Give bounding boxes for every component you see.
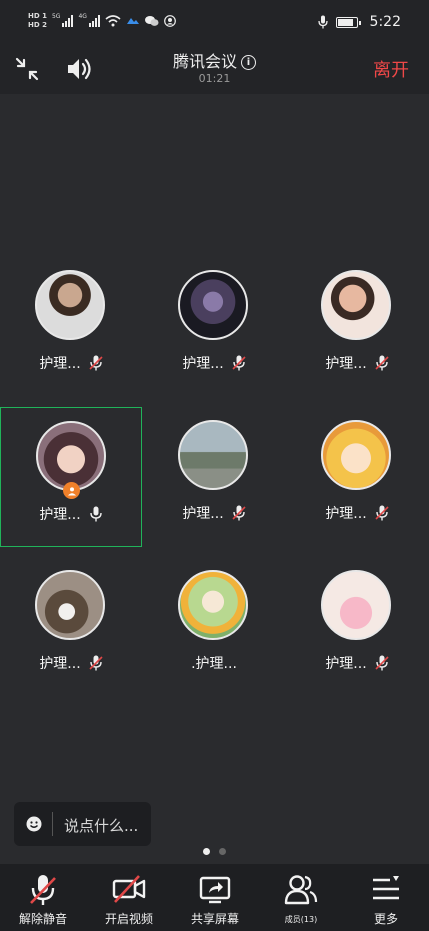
page-dot[interactable] — [219, 848, 226, 855]
emoji-icon[interactable] — [26, 816, 42, 832]
participant-label: 护理... — [0, 353, 142, 373]
participant-tile[interactable]: 护理... — [143, 257, 285, 397]
unmute-label: 解除静音 — [18, 912, 67, 926]
mic-muted-icon — [375, 655, 389, 671]
page-dot-active[interactable] — [203, 848, 210, 855]
mic-muted-icon — [30, 875, 56, 905]
avatar — [35, 270, 105, 340]
signal-icon — [62, 15, 74, 27]
meeting-duration: 01:21 — [198, 72, 231, 85]
participant-tile[interactable]: 护理... — [0, 257, 142, 397]
host-badge-icon — [63, 482, 80, 499]
start-video-label: 开启视频 — [104, 912, 153, 926]
participant-tile[interactable]: 护理... — [143, 407, 285, 547]
meeting-header: 腾讯会议 i 01:21 离开 — [0, 44, 429, 94]
mic-muted-icon — [375, 355, 389, 371]
participant-label: 护理... — [143, 503, 285, 523]
battery-icon — [335, 16, 361, 28]
participant-label: .护理... — [143, 653, 285, 673]
participant-tile[interactable]: 护理... — [0, 557, 142, 697]
participant-label: 护理... — [286, 353, 428, 373]
meeting-title-text: 腾讯会议 — [172, 52, 237, 71]
more-button[interactable]: 更多 — [343, 864, 429, 931]
avatar — [321, 270, 391, 340]
participant-label: 护理... — [286, 503, 428, 523]
mic-on-icon — [89, 506, 102, 522]
participant-tile[interactable]: .护理... — [143, 557, 285, 697]
participant-label: 护理... — [286, 653, 428, 673]
wifi-icon — [105, 15, 121, 27]
participant-name: .护理... — [191, 656, 237, 672]
unmute-button[interactable]: 解除静音 — [0, 864, 86, 931]
participant-name: 护理... — [39, 356, 81, 372]
chat-divider — [52, 812, 53, 836]
more-menu-icon — [373, 876, 399, 900]
wechat-icon — [144, 16, 159, 26]
mic-muted-icon — [89, 655, 103, 671]
avatar — [178, 420, 248, 490]
meeting-title[interactable]: 腾讯会议 i — [0, 48, 429, 72]
members-label: 成员(13) — [284, 915, 318, 924]
start-video-button[interactable]: 开启视频 — [86, 864, 172, 931]
participant-name: 护理... — [325, 356, 367, 372]
more-label: 更多 — [373, 912, 398, 926]
info-icon[interactable]: i — [241, 55, 256, 70]
share-screen-label: 共享屏幕 — [190, 912, 239, 926]
signal2-icon — [88, 15, 100, 27]
clock: 5:22 — [369, 14, 401, 30]
profile-status-icon — [164, 15, 176, 27]
participant-label: 护理... — [143, 353, 285, 373]
participant-name: 护理... — [39, 507, 81, 523]
leave-button[interactable]: 离开 — [373, 56, 409, 82]
chat-input[interactable]: 说点什么... — [14, 802, 151, 846]
app-notification-icon — [126, 18, 139, 24]
bottom-toolbar: 解除静音 开启视频 共享屏幕 成员(13) 更多 — [0, 864, 429, 931]
participant-tile-active-speaker[interactable]: 护理... — [0, 407, 142, 547]
video-off-icon — [112, 875, 146, 903]
share-screen-button[interactable]: 共享屏幕 — [172, 864, 258, 931]
mic-muted-icon — [89, 355, 103, 371]
hd-indicator: HD 1 HD 2 — [28, 12, 47, 30]
avatar — [36, 421, 106, 491]
share-screen-icon — [199, 876, 231, 904]
mic-muted-icon — [232, 505, 246, 521]
participant-name: 护理... — [182, 356, 224, 372]
participant-tile[interactable]: 护理... — [286, 557, 428, 697]
participant-label: 护理... — [1, 504, 141, 524]
participant-name: 护理... — [39, 656, 81, 672]
status-icons-right: 5:22 — [317, 14, 401, 30]
status-icons-left: HD 1 HD 2 5G 4G — [28, 12, 176, 30]
members-button[interactable]: 成员(13) — [258, 864, 344, 931]
mic-muted-icon — [375, 505, 389, 521]
participant-name: 护理... — [325, 656, 367, 672]
avatar — [321, 420, 391, 490]
page-indicator — [0, 848, 429, 855]
participant-tile[interactable]: 护理... — [286, 407, 428, 547]
hd2-label: HD 2 — [28, 21, 47, 29]
avatar — [321, 570, 391, 640]
chat-placeholder: 说点什么... — [64, 817, 139, 835]
participant-name: 护理... — [182, 506, 224, 522]
participant-label: 护理... — [0, 653, 142, 673]
participant-name: 护理... — [325, 506, 367, 522]
members-icon — [284, 875, 318, 905]
net1-label: 5G — [51, 12, 61, 20]
participant-tile[interactable]: 护理... — [286, 257, 428, 397]
avatar — [178, 270, 248, 340]
avatar — [178, 570, 248, 640]
mic-muted-icon — [232, 355, 246, 371]
net2-label: 4G — [78, 12, 87, 20]
avatar — [35, 570, 105, 640]
mic-status-icon — [317, 15, 328, 29]
status-bar: HD 1 HD 2 5G 4G 5:22 — [0, 0, 429, 44]
hd1-label: HD 1 — [28, 12, 47, 20]
